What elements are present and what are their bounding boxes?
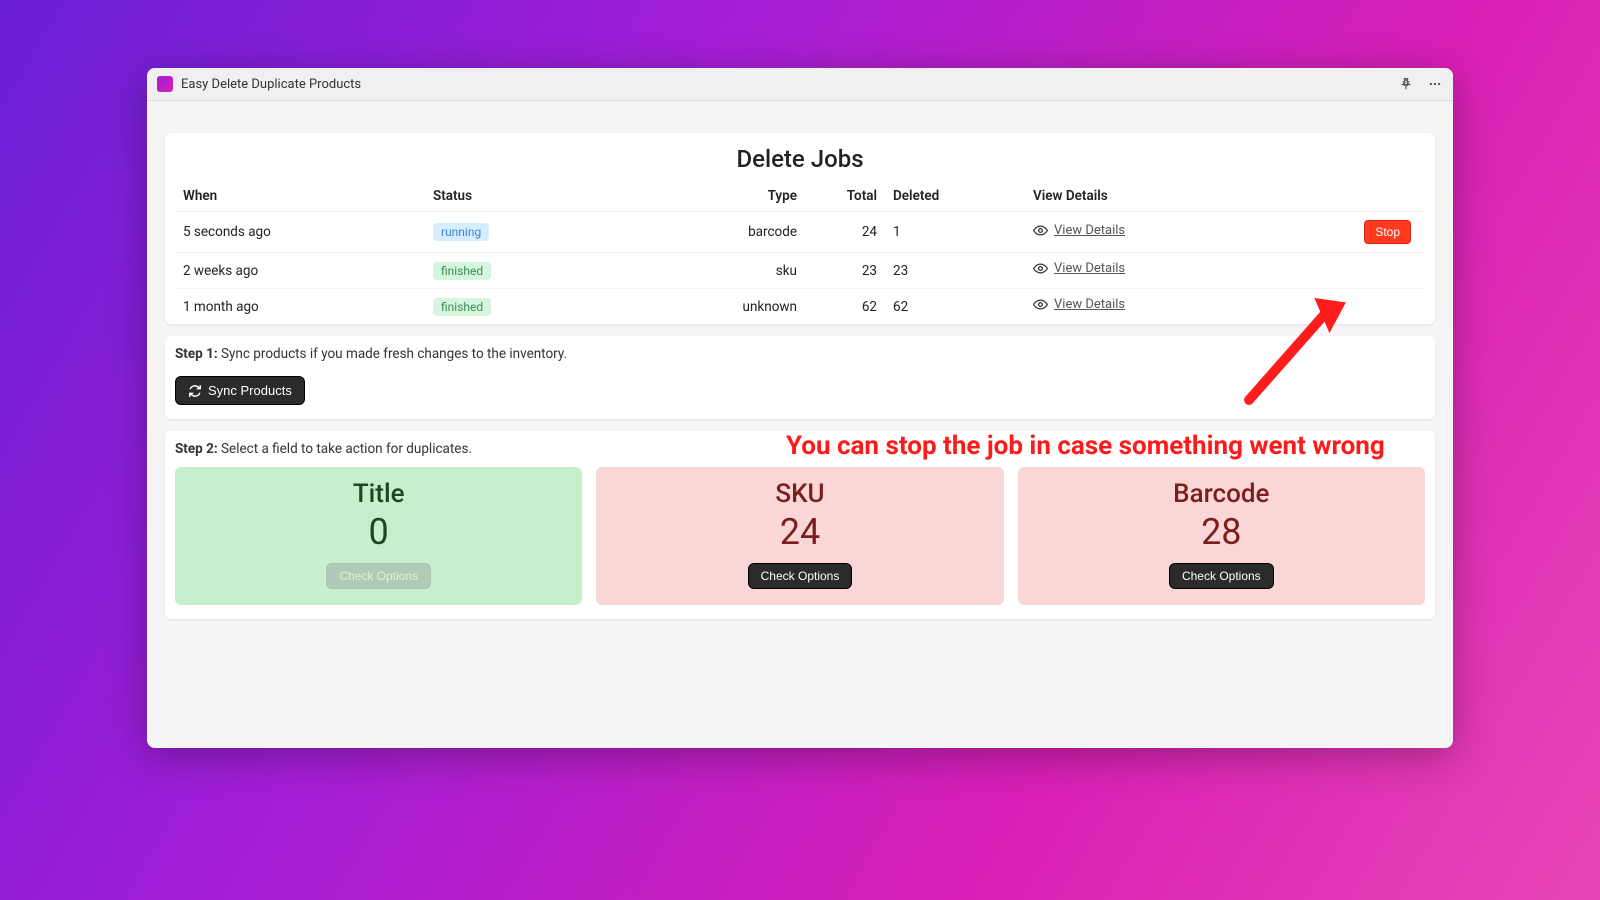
cell-when: 1 month ago (175, 289, 425, 325)
status-badge: running (433, 223, 489, 241)
check-options-button[interactable]: Check Options (748, 563, 853, 589)
step1-label-rest: Sync products if you made fresh changes … (218, 346, 567, 362)
cell-total: 23 (805, 253, 885, 289)
cell-actions: Stop (1265, 212, 1425, 253)
step1-label: Step 1: Sync products if you made fresh … (175, 346, 1425, 362)
cell-type: sku (625, 253, 805, 289)
view-details-link[interactable]: View Details (1033, 297, 1125, 312)
card-count: 24 (604, 511, 995, 553)
cell-type: barcode (625, 212, 805, 253)
cell-actions (1265, 253, 1425, 289)
step1-label-bold: Step 1: (175, 346, 218, 362)
content-area: Delete Jobs When Status Type Total Delet… (147, 101, 1453, 649)
card-count: 28 (1026, 511, 1417, 553)
cell-deleted: 1 (885, 212, 1025, 253)
cell-when: 5 seconds ago (175, 212, 425, 253)
cell-when: 2 weeks ago (175, 253, 425, 289)
view-details-label: View Details (1054, 261, 1125, 276)
view-details-label: View Details (1054, 297, 1125, 312)
app-window: Easy Delete Duplicate Products Delete Jo… (147, 68, 1453, 748)
cell-view: View Details (1025, 212, 1265, 253)
app-icon (157, 76, 173, 92)
step2-label: Step 2: Select a field to take action fo… (175, 441, 1425, 457)
title-actions (1399, 77, 1443, 91)
titlebar: Easy Delete Duplicate Products (147, 68, 1453, 101)
status-badge: finished (433, 262, 491, 280)
cell-deleted: 62 (885, 289, 1025, 325)
view-details-label: View Details (1054, 223, 1125, 238)
table-row: 1 month ago finished unknown 62 62 View … (175, 289, 1425, 325)
eye-icon (1033, 297, 1048, 312)
view-details-link[interactable]: View Details (1033, 223, 1125, 238)
pin-icon[interactable] (1399, 77, 1413, 91)
cell-status: finished (425, 289, 625, 325)
cell-total: 62 (805, 289, 885, 325)
cell-deleted: 23 (885, 253, 1025, 289)
card-heading: SKU (604, 479, 995, 509)
more-icon[interactable] (1427, 77, 1443, 91)
cell-actions (1265, 289, 1425, 325)
delete-jobs-table: When Status Type Total Deleted View Deta… (175, 181, 1425, 324)
col-header-total: Total (805, 181, 885, 212)
col-header-actions (1265, 181, 1425, 212)
step2-label-rest: Select a field to take action for duplic… (218, 441, 472, 457)
col-header-view: View Details (1025, 181, 1265, 212)
eye-icon (1033, 223, 1048, 238)
card-barcode: Barcode 28 Check Options (1018, 467, 1425, 605)
cell-type: unknown (625, 289, 805, 325)
cell-total: 24 (805, 212, 885, 253)
table-row: 5 seconds ago running barcode 24 1 View … (175, 212, 1425, 253)
refresh-icon (188, 384, 202, 398)
col-header-when: When (175, 181, 425, 212)
check-options-button: Check Options (326, 563, 431, 589)
card-heading: Title (183, 479, 574, 509)
cell-view: View Details (1025, 289, 1265, 325)
cell-view: View Details (1025, 253, 1265, 289)
delete-jobs-panel: Delete Jobs When Status Type Total Delet… (165, 133, 1435, 324)
status-badge: finished (433, 298, 491, 316)
step2-panel: Step 2: Select a field to take action fo… (165, 431, 1435, 619)
col-header-deleted: Deleted (885, 181, 1025, 212)
duplicate-cards: Title 0 Check Options SKU 24 Check Optio… (175, 467, 1425, 605)
eye-icon (1033, 261, 1048, 276)
view-details-link[interactable]: View Details (1033, 261, 1125, 276)
app-title: Easy Delete Duplicate Products (181, 77, 1399, 92)
step1-panel: Step 1: Sync products if you made fresh … (165, 336, 1435, 419)
table-header-row: When Status Type Total Deleted View Deta… (175, 181, 1425, 212)
cell-status: running (425, 212, 625, 253)
step2-label-bold: Step 2: (175, 441, 218, 457)
card-sku: SKU 24 Check Options (596, 467, 1003, 605)
stop-button[interactable]: Stop (1364, 220, 1411, 244)
sync-products-button[interactable]: Sync Products (175, 376, 305, 405)
cell-status: finished (425, 253, 625, 289)
card-heading: Barcode (1026, 479, 1417, 509)
delete-jobs-heading: Delete Jobs (165, 141, 1435, 181)
sync-products-label: Sync Products (208, 383, 292, 398)
col-header-status: Status (425, 181, 625, 212)
col-header-type: Type (625, 181, 805, 212)
check-options-button[interactable]: Check Options (1169, 563, 1274, 589)
table-row: 2 weeks ago finished sku 23 23 View Deta… (175, 253, 1425, 289)
card-title: Title 0 Check Options (175, 467, 582, 605)
card-count: 0 (183, 511, 574, 553)
